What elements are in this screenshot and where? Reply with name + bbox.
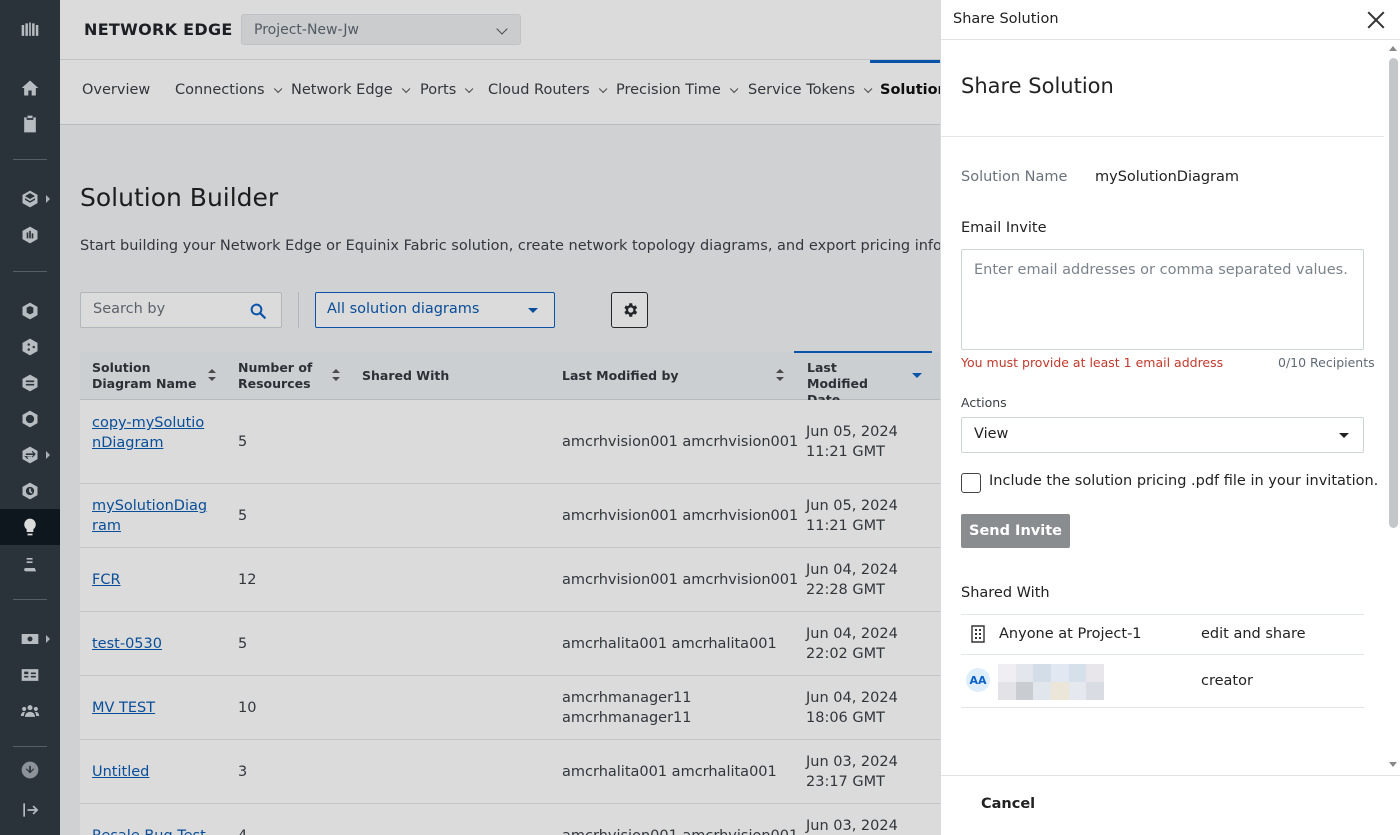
email-invite-placeholder: Enter email addresses or comma separated… (974, 262, 1348, 278)
panel-header: Share Solution (941, 0, 1400, 40)
shared-with-title: Shared With (961, 585, 1050, 601)
solution-name-value: mySolutionDiagram (1095, 169, 1240, 185)
include-pdf-checkbox[interactable] (961, 473, 981, 493)
avatar: AA (966, 668, 990, 692)
panel-scrollbar[interactable] (1386, 40, 1400, 775)
share-solution-panel: Share Solution Share Solution Solution N… (940, 0, 1400, 835)
modal-backdrop[interactable] (0, 0, 940, 835)
shared-entry-name: Anyone at Project-1 (999, 626, 1142, 642)
scroll-down-icon[interactable] (1389, 762, 1397, 767)
panel-heading: Share Solution (961, 74, 1114, 98)
scrollbar-thumb[interactable] (1389, 58, 1398, 528)
redacted-name-image (998, 664, 1104, 700)
shared-entry: AA creator (961, 654, 1364, 708)
recipient-count: 0/10 Recipients (1278, 355, 1375, 370)
cancel-button[interactable]: Cancel (981, 796, 1035, 812)
email-error-message: You must provide at least 1 email addres… (961, 355, 1224, 370)
panel-footer: Cancel (941, 775, 1400, 835)
actions-select[interactable]: View (961, 417, 1364, 453)
actions-select-value: View (974, 426, 1009, 442)
actions-label: Actions (961, 395, 1007, 410)
shared-entry-role: edit and share (1201, 626, 1306, 642)
email-invite-label: Email Invite (961, 220, 1047, 236)
shared-entry-role: creator (1201, 673, 1253, 689)
shared-entry: Anyone at Project-1 edit and share (961, 614, 1364, 654)
include-pdf-label[interactable]: Include the solution pricing .pdf file i… (989, 473, 1378, 489)
building-icon (971, 625, 985, 643)
send-invite-button[interactable]: Send Invite (961, 514, 1070, 548)
panel-header-title: Share Solution (953, 11, 1059, 27)
solution-name-label: Solution Name (961, 169, 1068, 185)
close-icon[interactable] (1366, 10, 1386, 30)
email-invite-input[interactable]: Enter email addresses or comma separated… (961, 249, 1364, 350)
scroll-up-icon[interactable] (1389, 46, 1397, 51)
caret-down-icon (1339, 433, 1349, 438)
divider (941, 136, 1384, 137)
